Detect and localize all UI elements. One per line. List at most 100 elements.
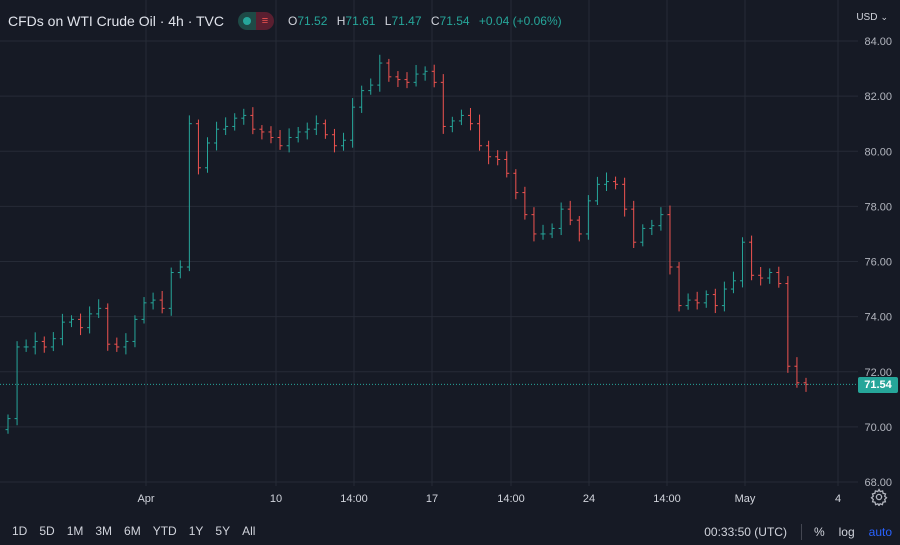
ohlc-bar [685,293,691,310]
ohlc-bar [268,126,274,144]
gear-icon[interactable] [870,488,888,506]
legend: CFDs on WTI Crude Oil · 4h · TVC ≡ O71.5… [8,10,562,32]
ohlc-bar [422,66,428,81]
ohlc-bar [449,116,455,133]
currency-label: USD [856,12,878,23]
ohlc-bar [594,176,600,205]
chart-area[interactable]: 84.00 82.00 80.00 78.00 76.00 74.00 72.00 70.00… [0,0,900,545]
ohlc-bars [5,54,809,434]
date-range-group: 1D 5D 1M 3M 6M YTD 1Y 5Y All [12,524,267,538]
open-label: O [288,14,298,28]
market-status-toggle[interactable]: ≡ [238,12,275,30]
ohlc-bar [458,109,464,126]
equals-icon[interactable]: ≡ [256,12,275,30]
ohlc-bar [386,58,392,82]
price-tick-label: 76.00 [864,257,892,269]
ohlc-bar [313,115,319,135]
ohlc-bar [132,315,138,348]
time-axis[interactable]: Apr 10 14:00 17 14:00 24 14:00 May 4 [137,493,841,505]
price-axis[interactable]: 84.0082.0080.0078.0076.0074.0072.0070.00… [864,36,892,489]
ohlc-bar [177,260,183,279]
symbol-title[interactable]: CFDs on WTI Crude Oil · 4h · TVC [8,13,224,29]
ohlc-bar [150,292,156,310]
ohlc-bar [205,137,210,173]
last-price-badge: 71.54 [858,377,898,393]
price-tick-label: 80.00 [864,146,892,158]
range-3m-button[interactable]: 3M [95,524,112,538]
range-5d-button[interactable]: 5D [39,524,54,538]
ohlc-bar [14,341,20,426]
ohlc-bar [576,216,582,242]
ohlc-bar [168,267,174,316]
range-ytd-button[interactable]: YTD [153,524,177,538]
ohlc-bar [740,237,746,288]
low-value: 71.47 [391,14,422,28]
range-5y-button[interactable]: 5Y [215,524,230,538]
ohlc-bar [23,339,29,352]
ohlc-bar [87,306,93,334]
ohlc-bar [504,151,510,178]
ohlc-bar [96,299,102,319]
close-label: C [430,14,440,28]
time-tick-label: 14:00 [497,493,525,505]
utc-clock[interactable]: 00:33:50 (UTC) [704,525,787,539]
ohlc-bar [341,132,347,151]
range-6m-button[interactable]: 6M [124,524,141,538]
market-open-indicator[interactable] [238,12,257,30]
change-value: +0.04 (+0.06%) [478,14,562,28]
range-1m-button[interactable]: 1M [67,524,84,538]
ohlc-bar [667,205,673,275]
auto-scale-button[interactable]: auto [869,525,892,539]
ohlc-values: O71.52 H71.61 L71.47 C71.54 +0.04 (+0.06… [288,14,562,28]
time-tick-label: 14:00 [340,493,368,505]
ohlc-bar [195,119,201,175]
ohlc-bar [549,223,555,239]
ohlc-bar [123,333,129,355]
green-dot-icon [243,17,252,25]
price-tick-label: 78.00 [864,201,892,213]
high-value: 71.61 [345,14,376,28]
ohlc-bar [676,262,682,312]
ohlc-bar [41,336,47,353]
ohlc-bar [404,72,410,89]
ohlc-bar [477,114,483,151]
ohlc-bar [631,200,637,248]
bottom-toolbar: 1D 5D 1M 3M 6M YTD 1Y 5Y All 00:33:50 (U… [0,516,900,545]
ohlc-bar [59,313,65,346]
ohlc-bar [776,266,782,288]
ohlc-bar [440,74,446,134]
range-1y-button[interactable]: 1Y [189,524,204,538]
percent-scale-button[interactable]: % [814,525,825,539]
range-1d-button[interactable]: 1D [12,524,27,538]
ohlc-bar [486,140,492,165]
ohlc-bar [214,121,220,151]
price-chart[interactable]: 84.0082.0080.0078.0076.0074.0072.0070.00… [0,0,900,516]
ohlc-bar [250,107,256,135]
time-tick-label: Apr [137,493,154,505]
log-scale-button[interactable]: log [839,525,855,539]
ohlc-bar [613,176,619,190]
ohlc-bar [712,288,718,314]
ohlc-bar [232,113,238,131]
ohlc-bar [223,117,229,135]
close-value: 71.54 [439,14,470,28]
ohlc-bar [585,195,591,240]
ohlc-bar [567,200,573,226]
ohlc-bar [758,267,764,286]
ohlc-bar [730,271,736,294]
ohlc-bar [359,85,365,113]
ohlc-bar [749,235,755,281]
ohlc-bar [794,357,800,388]
ohlc-bar [331,128,337,153]
divider [800,524,802,540]
ohlc-bar [767,268,773,284]
ohlc-bar [649,219,655,236]
ohlc-bar [467,107,473,131]
price-tick-label: 84.00 [864,36,892,48]
time-tick-label: 17 [426,493,438,505]
ohlc-bar [694,291,700,310]
ohlc-bar [513,169,519,200]
grid [0,0,858,486]
currency-selector[interactable]: USD ⌄ [856,12,888,23]
range-all-button[interactable]: All [242,524,255,538]
